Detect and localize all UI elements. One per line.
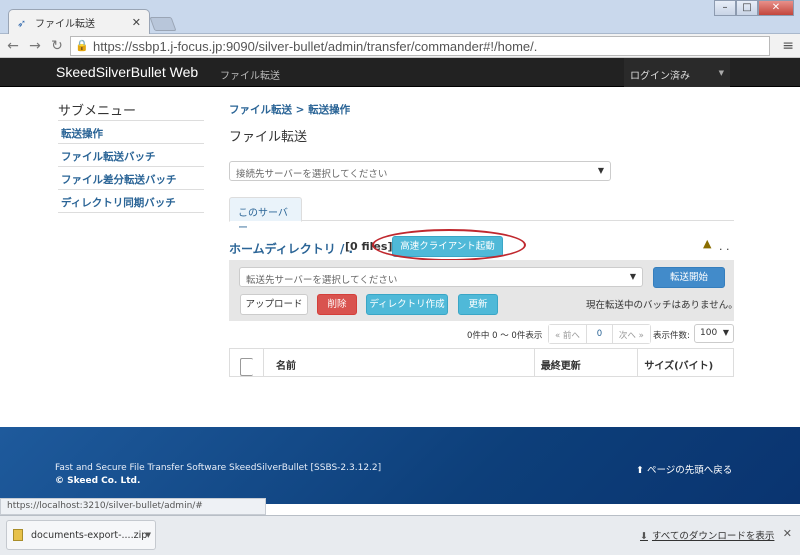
caret-down-icon: ▼ <box>718 69 724 77</box>
footer-copyright: © Skeed Co. Ltd. <box>55 476 141 486</box>
sidebar-item-transfer-ops[interactable]: 転送操作 <box>58 121 204 144</box>
server-select-placeholder: 接続先サーバーを選択してください <box>236 169 388 180</box>
forward-icon[interactable]: → <box>26 38 44 54</box>
prev-page-button[interactable]: « 前へ <box>549 325 587 343</box>
tab-title: ファイル転送 <box>35 19 95 30</box>
address-bar[interactable]: 🔒 https://ssbp1.j-focus.jp:9090/silver-b… <box>70 36 770 56</box>
close-downloads-icon[interactable]: ✕ <box>783 527 792 540</box>
server-tabs: このサーバー <box>229 197 734 234</box>
lock-icon: 🔒 <box>75 40 89 52</box>
destination-select[interactable]: 転送先サーバーを選択してください ▼ <box>239 267 643 287</box>
url-text: https://ssbp1.j-focus.jp:9090/silver-bul… <box>93 38 538 54</box>
start-transfer-button[interactable]: 転送開始 <box>653 267 725 288</box>
breadcrumb[interactable]: ファイル転送 > 転送操作 <box>229 102 350 117</box>
user-menu-label: ログイン済み <box>630 71 690 82</box>
highlight-annotation <box>372 229 526 261</box>
back-to-top-link[interactable]: ⬆ ページの先頭へ戻る <box>636 462 732 476</box>
reload-icon[interactable]: ↻ <box>48 38 66 54</box>
parent-folder-icon[interactable]: ▲ <box>703 237 711 250</box>
sidebar-title: サブメニュー <box>58 104 137 119</box>
column-name[interactable]: 名前 <box>264 349 535 376</box>
sidebar-item-file-batch[interactable]: ファイル転送バッチ <box>58 144 204 167</box>
destination-select-placeholder: 転送先サーバーを選択してください <box>246 275 398 286</box>
home-directory-link[interactable]: ホームディレクトリ / . <box>229 240 353 257</box>
zip-file-icon <box>13 529 23 541</box>
close-window-icon[interactable]: ✕ <box>758 0 794 16</box>
per-page-label: 表示件数: <box>653 331 690 341</box>
menu-icon[interactable]: ≡ <box>782 38 794 54</box>
caret-down-icon[interactable]: ▼ <box>146 531 151 539</box>
download-item[interactable]: documents-export-....zip ▼ <box>6 520 156 550</box>
download-filename: documents-export-....zip <box>31 529 148 541</box>
show-all-label: すべてのダウンロードを表示 <box>651 531 775 542</box>
pager-info: 0件中 0 〜 0件表示 <box>467 331 543 341</box>
select-all-checkbox[interactable] <box>240 358 253 376</box>
parent-dir-link[interactable]: . . <box>719 240 730 253</box>
select-all-cell <box>230 349 264 376</box>
mkdir-button[interactable]: ディレクトリ作成 <box>366 294 448 315</box>
batch-status: 現在転送中のバッチはありません。 <box>586 300 738 311</box>
downloads-bar: documents-export-....zip ▼ ⬇ すべてのダウンロードを表… <box>0 515 800 555</box>
per-page-value: 100 <box>700 328 718 338</box>
caret-down-icon: ▼ <box>629 272 636 281</box>
browser-tab[interactable]: ➶ ファイル転送 ✕ <box>8 9 150 35</box>
back-to-top-label: ページの先頭へ戻る <box>646 465 733 476</box>
file-table-header: 名前 最終更新 サイズ(バイト) <box>229 348 734 377</box>
status-url-bubble: https://localhost:3210/silver-bullet/adm… <box>0 498 266 515</box>
page-footer: Fast and Secure File Transfer Software S… <box>0 427 800 504</box>
delete-button[interactable]: 削除 <box>317 294 357 315</box>
close-tab-icon[interactable]: ✕ <box>132 16 141 29</box>
browser-toolbar: ← → ↻ 🔒 https://ssbp1.j-focus.jp:9090/si… <box>0 34 800 58</box>
per-page-select[interactable]: 100 ▼ <box>694 324 734 343</box>
maximize-icon[interactable]: □ <box>736 0 758 16</box>
new-tab-button[interactable] <box>149 17 177 31</box>
browser-titlebar: ➶ ファイル転送 ✕ – □ ✕ <box>0 0 800 35</box>
user-menu[interactable]: ログイン済み ▼ <box>624 58 730 87</box>
arrow-up-icon: ⬆ <box>636 465 647 476</box>
brand[interactable]: SkeedSilverBullet Web <box>56 64 198 80</box>
tab-this-server[interactable]: このサーバー <box>229 197 302 234</box>
sidebar-item-sync-batch[interactable]: ディレクトリ同期バッチ <box>58 190 204 213</box>
column-size[interactable]: サイズ(バイト) <box>638 349 733 376</box>
minimize-icon[interactable]: – <box>714 0 736 16</box>
sidebar-item-diff-batch[interactable]: ファイル差分転送バッチ <box>58 167 204 190</box>
page-title: ファイル転送 <box>229 130 308 145</box>
window-controls: – □ ✕ <box>714 0 794 16</box>
page-number-input[interactable]: 0 <box>586 325 613 343</box>
download-icon: ⬇ <box>640 531 648 542</box>
nav-file-transfer[interactable]: ファイル転送 <box>220 67 280 82</box>
show-all-downloads-link[interactable]: ⬇ すべてのダウンロードを表示 <box>640 528 774 542</box>
refresh-button[interactable]: 更新 <box>458 294 498 315</box>
app-navbar: SkeedSilverBullet Web ファイル転送 ログイン済み ▼ <box>0 58 800 87</box>
next-page-button[interactable]: 次へ » <box>612 325 650 343</box>
caret-down-icon: ▼ <box>597 166 604 175</box>
pagination: « 前へ 0 次へ » <box>548 324 651 344</box>
sidebar-menu: 転送操作 ファイル転送バッチ ファイル差分転送バッチ ディレクトリ同期バッチ <box>58 120 204 213</box>
upload-button[interactable]: アップロード <box>240 294 308 315</box>
column-modified[interactable]: 最終更新 <box>535 349 639 376</box>
caret-down-icon: ▼ <box>722 328 729 337</box>
back-icon[interactable]: ← <box>4 38 22 54</box>
server-select[interactable]: 接続先サーバーを選択してください ▼ <box>229 161 611 181</box>
footer-text: Fast and Secure File Transfer Software S… <box>55 463 382 473</box>
feather-icon: ➶ <box>17 16 27 30</box>
